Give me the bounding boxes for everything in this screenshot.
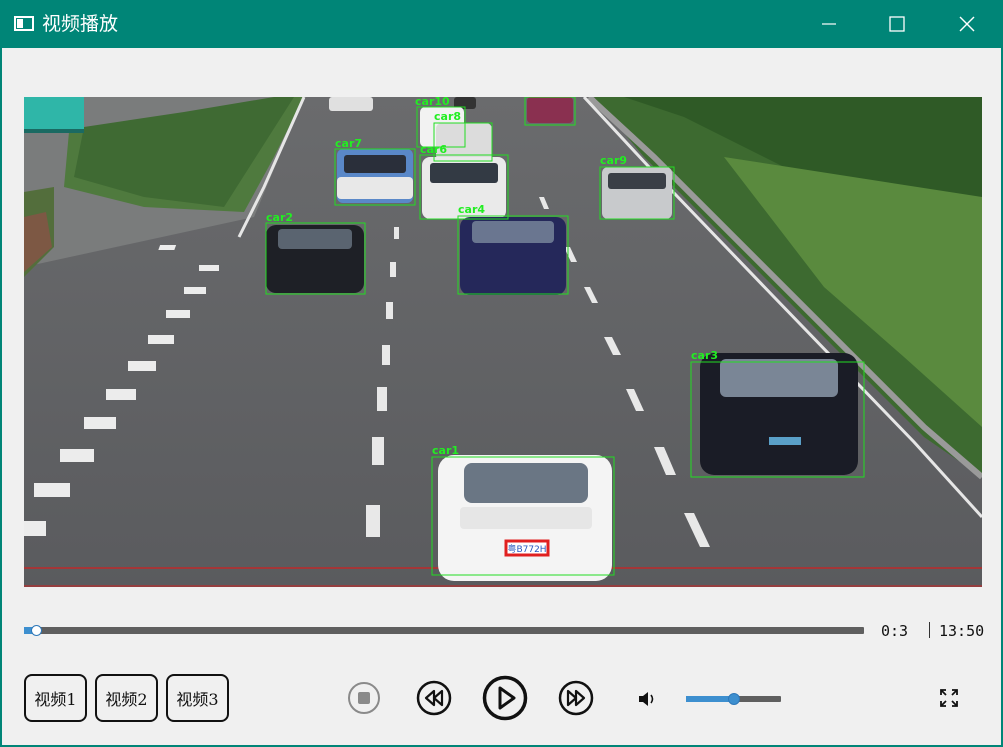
- fullscreen-button[interactable]: [938, 687, 960, 709]
- fast-forward-button[interactable]: [558, 680, 594, 716]
- app-icon: [14, 16, 34, 31]
- stop-icon: [348, 682, 380, 714]
- video1-button[interactable]: 视频1: [24, 674, 87, 722]
- close-button[interactable]: [944, 0, 990, 48]
- fast-forward-icon: [558, 680, 594, 716]
- close-icon: [959, 16, 975, 32]
- current-time: 0:3: [881, 622, 909, 640]
- maximize-icon: [889, 16, 905, 32]
- label-car8: car8: [434, 110, 461, 123]
- label-car1: car1: [432, 444, 459, 457]
- label-car10: car10: [415, 97, 450, 108]
- time-separator: [929, 622, 930, 638]
- maximize-button[interactable]: [874, 0, 920, 48]
- seek-slider[interactable]: [24, 625, 864, 636]
- video-scene: 粤B772H car1 car2 car3 car4 car6 car9 car…: [24, 97, 982, 587]
- minimize-button[interactable]: [806, 0, 852, 48]
- label-car3: car3: [691, 349, 718, 362]
- total-time: 13:50: [939, 622, 985, 640]
- rewind-icon: [416, 680, 452, 716]
- play-button[interactable]: [482, 675, 528, 721]
- minimize-icon: [822, 23, 836, 25]
- label-car2: car2: [266, 211, 293, 224]
- label-car7: car7: [335, 137, 362, 150]
- seek-handle[interactable]: [31, 625, 43, 636]
- play-icon: [482, 675, 528, 721]
- speaker-icon: [639, 692, 654, 706]
- svg-text:粤B772H: 粤B772H: [507, 543, 546, 555]
- video3-button[interactable]: 视频3: [166, 674, 229, 722]
- video-frame[interactable]: 粤B772H car1 car2 car3 car4 car6 car9 car…: [24, 97, 982, 587]
- stop-button[interactable]: [347, 681, 381, 715]
- video2-button[interactable]: 视频2: [95, 674, 158, 722]
- label-car9: car9: [600, 154, 627, 167]
- label-car4: car4: [458, 203, 485, 216]
- fullscreen-icon: [940, 689, 958, 707]
- volume-level: [686, 696, 734, 702]
- volume-slider[interactable]: [686, 693, 781, 705]
- window-title: 视频播放: [42, 13, 119, 35]
- title-bar: 视频播放: [0, 0, 1003, 48]
- volume-handle[interactable]: [727, 693, 740, 705]
- volume-button[interactable]: [636, 688, 658, 710]
- rewind-button[interactable]: [416, 680, 452, 716]
- label-car6: car6: [420, 143, 447, 156]
- main-panel: 粤B772H car1 car2 car3 car4 car6 car9 car…: [2, 48, 1001, 745]
